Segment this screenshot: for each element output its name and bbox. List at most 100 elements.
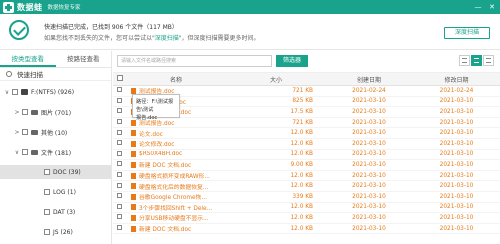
file-size: 825 KB: [292, 98, 313, 105]
column-created[interactable]: 创建日期: [325, 75, 413, 84]
file-name: 论文.doc: [139, 131, 163, 138]
tree-checkbox[interactable]: [44, 189, 50, 195]
row-checkbox-cell[interactable]: [113, 129, 125, 137]
chevron-right-icon[interactable]: >: [14, 129, 20, 136]
row-checkbox[interactable]: [117, 172, 122, 178]
column-modified[interactable]: 修改日期: [413, 75, 500, 84]
folder-icon: [31, 129, 38, 135]
minimize-icon[interactable]: —: [474, 3, 482, 11]
row-checkbox-cell[interactable]: [113, 140, 125, 147]
row-checkbox-cell[interactable]: [113, 182, 125, 190]
file-size: 12.0 KB: [290, 214, 313, 221]
row-checkbox-cell[interactable]: [113, 225, 125, 232]
row-checkbox[interactable]: [117, 214, 122, 220]
table-row[interactable]: 3个步骤找回Shift + Dele... 12.0 KB 2021-03-10 20…: [113, 203, 500, 214]
file-modified-date: 2021-02-24: [439, 87, 474, 94]
row-checkbox[interactable]: [117, 193, 122, 199]
file-name-cell: 3个步骤找回Shift + Dele...: [125, 203, 227, 212]
doc-file-icon: [131, 193, 136, 200]
tree-checkbox[interactable]: [44, 209, 50, 215]
tree-item[interactable]: DAT (3): [0, 205, 75, 219]
tree-item-label: JS (26): [53, 228, 73, 236]
radio-icon[interactable]: [6, 71, 12, 77]
column-size[interactable]: 大小: [227, 75, 325, 84]
file-modified-date: 2021-03-10: [439, 161, 474, 168]
row-checkbox-cell[interactable]: [113, 214, 125, 221]
select-all-cell[interactable]: [113, 75, 125, 83]
row-checkbox-cell[interactable]: [113, 87, 125, 94]
close-icon[interactable]: ✕: [488, 3, 496, 11]
row-checkbox[interactable]: [117, 203, 122, 209]
file-created-date: 2021-03-10: [352, 119, 386, 126]
row-checkbox[interactable]: [117, 129, 122, 135]
thumbnail-view-icon[interactable]: [459, 55, 470, 66]
tree-item[interactable]: DOC (39): [0, 165, 111, 179]
file-modified-date: 2021-03-10: [439, 225, 474, 232]
tree-item[interactable]: JS (26): [0, 225, 73, 239]
deep-scan-button[interactable]: 深度扫描: [444, 27, 490, 39]
tree-item-label: 文件 (181): [41, 149, 72, 157]
row-checkbox-cell[interactable]: [113, 161, 125, 168]
tree-checkbox[interactable]: [22, 129, 28, 135]
row-checkbox[interactable]: [117, 87, 122, 93]
row-checkbox[interactable]: [117, 150, 122, 156]
file-size: 339 KB: [292, 193, 313, 200]
quick-scan-option[interactable]: 快速扫描: [0, 68, 111, 81]
row-checkbox-cell[interactable]: [113, 172, 125, 179]
table-row[interactable]: 硬盘格式损坏变成RAW形... 12.0 KB 2021-03-10 2021-03-…: [113, 171, 500, 182]
table-row[interactable]: $RS0X4BH.doc 12.0 KB 2021-03-10 2021-03-10: [113, 150, 500, 161]
tab-by-path[interactable]: 按路径查看: [56, 51, 112, 67]
tree-checkbox[interactable]: [44, 229, 50, 235]
tree-item[interactable]: ∨ F:(NTFS) (926): [0, 85, 74, 99]
table-row[interactable]: 分享USB移动硬盘不显示... 12.0 KB 2021-03-10 2021-03-…: [113, 213, 500, 224]
filter-button[interactable]: 筛选器: [276, 55, 308, 67]
row-checkbox[interactable]: [117, 108, 122, 114]
tree-checkbox[interactable]: [22, 109, 28, 115]
tab-by-type[interactable]: 按类型查看: [0, 51, 56, 67]
list-view-icon[interactable]: [471, 55, 482, 66]
row-checkbox-cell[interactable]: [113, 193, 125, 200]
row-checkbox[interactable]: [117, 97, 122, 103]
file-created-date: 2021-03-10: [352, 214, 386, 221]
row-checkbox-cell[interactable]: [113, 97, 125, 105]
table-row[interactable]: 硬盘格式化后的数据恢复... 12.0 KB 2021-03-10 2021-03-1…: [113, 181, 500, 192]
search-input[interactable]: 请输入文件名或路径搜索: [117, 55, 272, 67]
row-checkbox[interactable]: [117, 161, 122, 167]
table-row[interactable]: 论文修改.doc 12.0 KB 2021-03-10 2021-03-10: [113, 139, 500, 150]
row-checkbox[interactable]: [117, 140, 122, 146]
tree-item[interactable]: > 其他 (10): [0, 125, 67, 139]
tree-checkbox[interactable]: [22, 149, 28, 155]
table-row[interactable]: 新建 DOC 文档.doc 12.0 KB 2021-03-10 2021-03-10: [113, 224, 500, 235]
file-name: 论文修改.doc: [139, 142, 175, 149]
column-name[interactable]: 名称: [125, 75, 227, 84]
table-row[interactable]: 新建 DOC 文档.doc 9.00 KB 2021-03-10 2021-03-10: [113, 160, 500, 171]
row-checkbox-cell[interactable]: [113, 108, 125, 115]
chevron-down-icon[interactable]: ∨: [14, 149, 20, 156]
file-created-date: 2021-03-10: [352, 225, 386, 232]
tree-checkbox[interactable]: [44, 169, 50, 175]
tree-checkbox[interactable]: [12, 89, 18, 95]
tree-item[interactable]: > 图片 (701): [0, 105, 71, 119]
row-checkbox-cell[interactable]: [113, 119, 125, 126]
select-all-checkbox[interactable]: [117, 75, 123, 81]
chevron-down-icon[interactable]: ∨: [4, 89, 10, 96]
row-checkbox-cell[interactable]: [113, 203, 125, 211]
tree-item[interactable]: LOG (1): [0, 185, 76, 199]
title-bar: 数据蛙 数据恢复专家 — ✕: [0, 0, 500, 14]
doc-file-icon: [131, 130, 136, 137]
row-checkbox-cell[interactable]: [113, 150, 125, 158]
row-checkbox[interactable]: [117, 119, 122, 125]
tree-item[interactable]: ∨ 文件 (181): [0, 145, 71, 159]
detail-view-icon[interactable]: [483, 55, 494, 66]
folder-icon: [31, 149, 38, 155]
row-checkbox[interactable]: [117, 225, 122, 231]
file-modified-date: 2021-03-10: [439, 151, 474, 158]
chevron-right-icon[interactable]: >: [14, 109, 20, 116]
row-checkbox[interactable]: [117, 182, 122, 188]
deep-scan-link[interactable]: 深度扫描: [155, 35, 179, 42]
file-name: 硬盘格式损坏变成RAW形...: [139, 174, 210, 181]
table-row[interactable]: 谷歌Google Chrome恢... 339 KB 2021-03-10 2021-…: [113, 192, 500, 203]
doc-file-icon: [131, 225, 136, 232]
table-row[interactable]: 论文.doc 12.0 KB 2021-03-10 2021-03-10: [113, 128, 500, 139]
file-name-cell: 新建 DOC 文档.doc: [125, 224, 227, 233]
